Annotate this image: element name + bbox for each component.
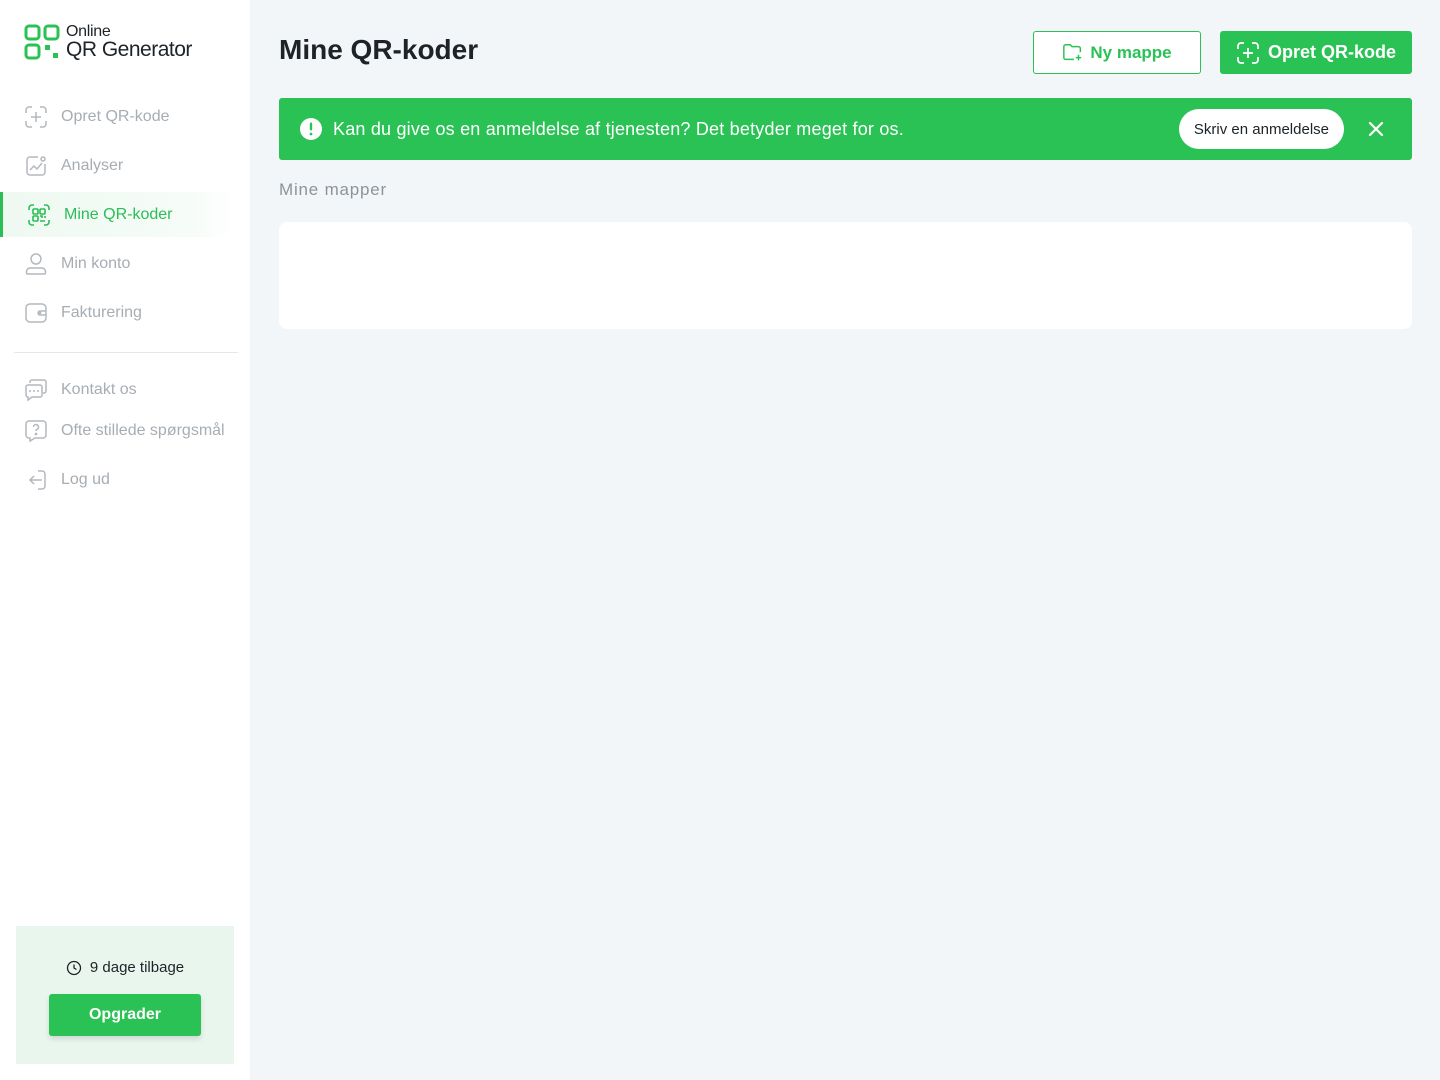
- new-folder-label: Ny mappe: [1090, 42, 1172, 62]
- help-icon: [25, 419, 47, 442]
- sidebar-item-faq[interactable]: Ofte stillede spørgsmål: [0, 410, 236, 451]
- close-icon[interactable]: [1364, 117, 1388, 141]
- sidebar-divider: [14, 352, 238, 353]
- sidebar: Online QR Generator Opret QR-kode Analys…: [0, 0, 250, 1080]
- plus-square-icon: [1237, 41, 1259, 64]
- create-qr-button[interactable]: Opret QR-kode: [1220, 31, 1412, 74]
- sidebar-item-label: Ofte stillede spørgsmål: [61, 421, 225, 439]
- sidebar-item-label: Kontakt os: [61, 380, 137, 398]
- sidebar-item-label: Fakturering: [61, 303, 142, 321]
- logout-icon: [28, 469, 46, 490]
- sidebar-item-analytics[interactable]: Analyser: [0, 143, 236, 188]
- folder-plus-icon: [1063, 43, 1082, 60]
- sidebar-item-billing[interactable]: Fakturering: [0, 290, 236, 335]
- chart-icon: [26, 155, 46, 176]
- brand-logo[interactable]: Online QR Generator: [24, 24, 192, 60]
- sidebar-item-contact[interactable]: Kontakt os: [0, 369, 236, 410]
- new-folder-button[interactable]: Ny mappe: [1033, 31, 1201, 74]
- sidebar-item-create-qr[interactable]: Opret QR-kode: [0, 94, 236, 139]
- sidebar-nav: Opret QR-kode Analyser Mine QR-koder Min…: [0, 94, 250, 339]
- qr-code-icon: [28, 203, 50, 226]
- sidebar-item-label: Opret QR-kode: [61, 107, 170, 125]
- sidebar-item-label: Min konto: [61, 254, 131, 272]
- sidebar-item-account[interactable]: Min konto: [0, 241, 236, 286]
- sidebar-item-logout[interactable]: Log ud: [0, 459, 236, 500]
- chat-icon: [25, 378, 47, 401]
- sidebar-item-label: Analyser: [61, 156, 124, 174]
- trial-card: 9 dage tilbage Opgrader: [16, 926, 234, 1064]
- sidebar-item-my-qr-codes[interactable]: Mine QR-koder: [0, 192, 236, 237]
- banner-message: Kan du give os en anmeldelse af tjeneste…: [333, 118, 904, 139]
- clock-icon: [66, 960, 82, 975]
- trial-days-left: 9 dage tilbage: [89, 959, 185, 976]
- brand-line-2: QR Generator: [66, 38, 192, 61]
- review-banner: Kan du give os en anmeldelse af tjeneste…: [279, 98, 1412, 160]
- trial-status: 9 dage tilbage: [66, 959, 184, 976]
- folders-section-label: Mine mapper: [279, 180, 388, 199]
- alert-icon: [300, 118, 322, 140]
- upgrade-button[interactable]: Opgrader: [49, 994, 201, 1036]
- plus-square-icon: [25, 105, 47, 128]
- folders-panel: [279, 222, 1412, 329]
- sidebar-item-label: Log ud: [61, 470, 110, 488]
- wallet-icon: [25, 302, 47, 323]
- user-icon: [25, 252, 47, 275]
- sidebar-item-label: Mine QR-koder: [64, 205, 173, 223]
- qr-logo-icon: [24, 24, 60, 60]
- sidebar-secondary-nav: Kontakt os Ofte stillede spørgsmål Log u…: [0, 369, 250, 500]
- create-qr-label: Opret QR-kode: [1267, 42, 1396, 62]
- write-review-button[interactable]: Skriv en anmeldelse: [1178, 109, 1344, 149]
- page-title: Mine QR-koder: [279, 34, 479, 65]
